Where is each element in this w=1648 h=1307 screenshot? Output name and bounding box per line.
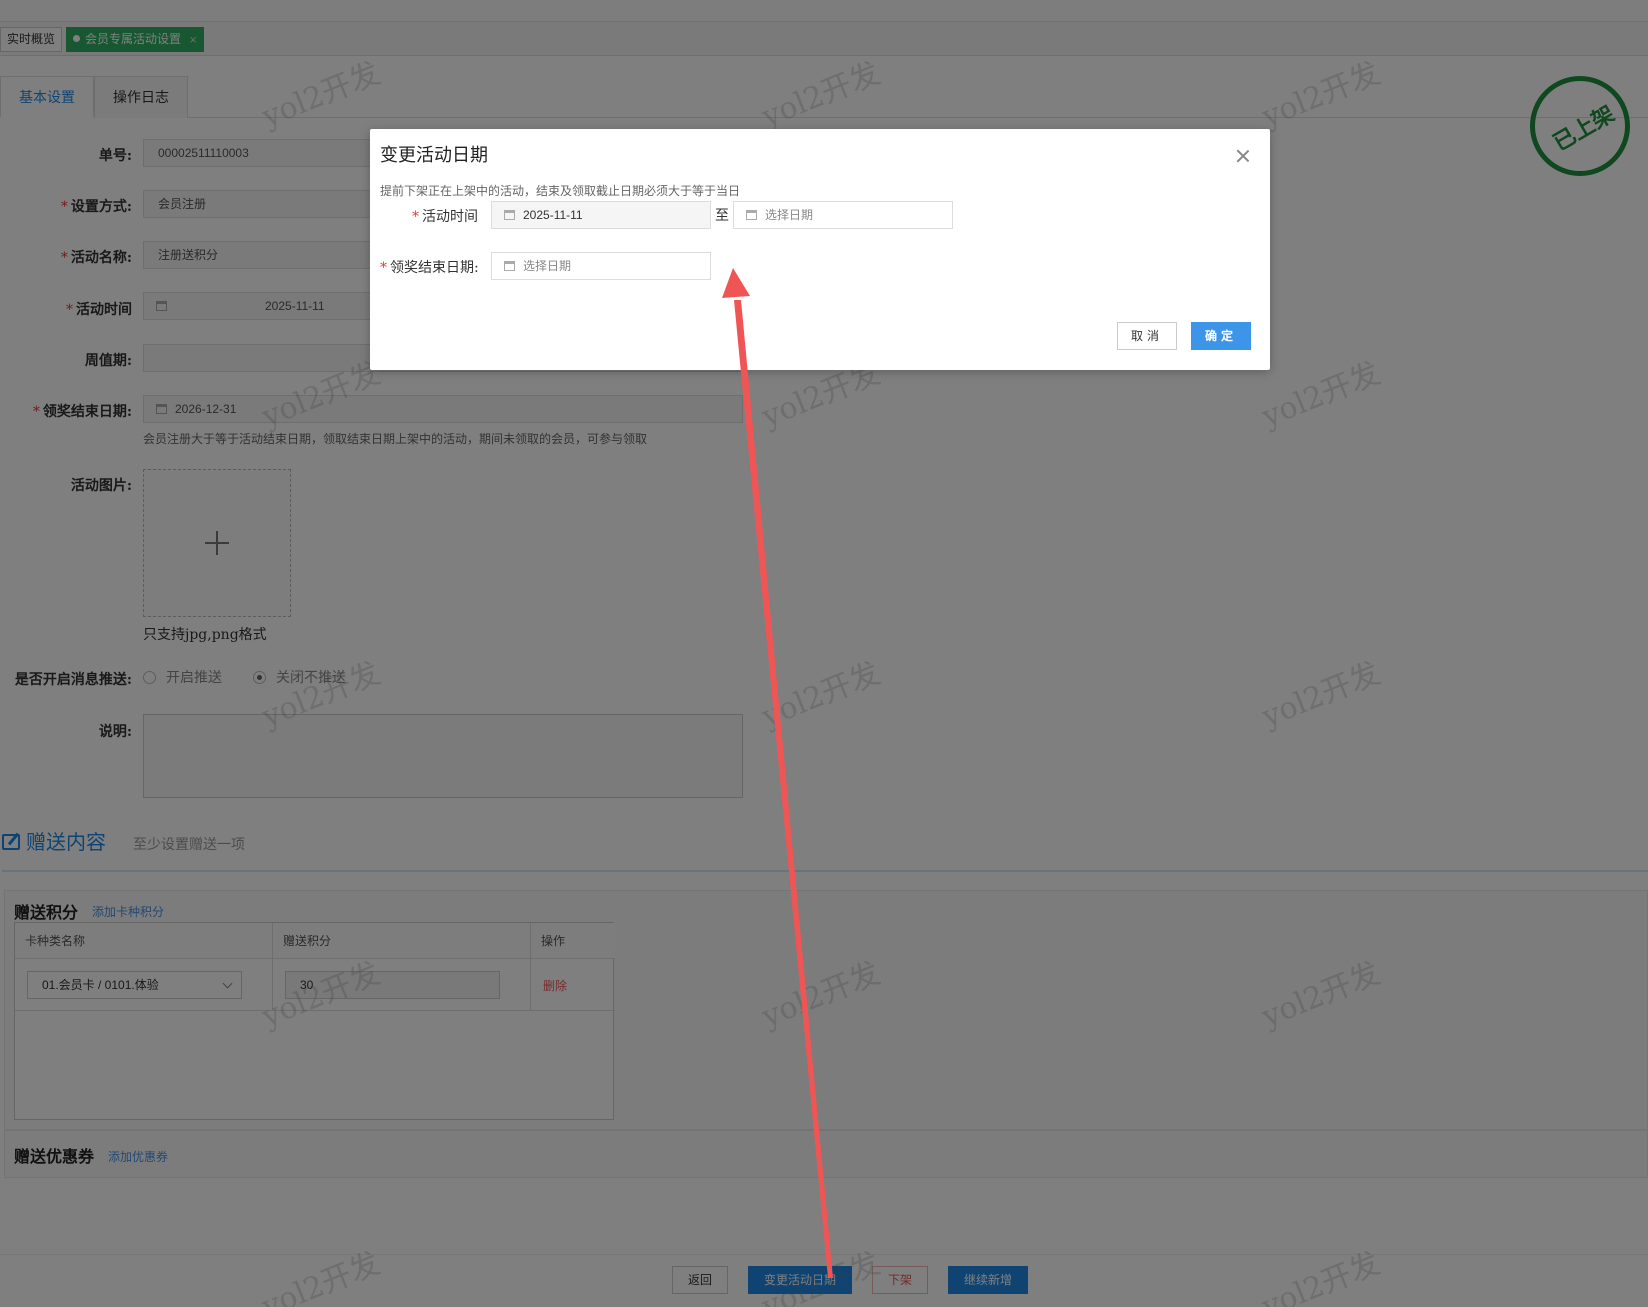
prize-end-date-label: *领奖结束日期: [380,260,479,276]
activity-time-label: *活动时间 [412,209,478,225]
close-icon[interactable] [1236,149,1250,163]
dialog-title: 变更活动日期 [380,145,488,166]
calendar-icon [746,210,757,220]
cancel-button[interactable]: 取消 [1117,322,1177,350]
calendar-icon [504,261,515,271]
range-separator: 至 [715,208,729,224]
dialog-note: 提前下架正在上架中的活动，结束及领取截止日期必须大于等于当日 [380,184,741,198]
prize-end-date-picker[interactable]: 选择日期 [491,252,711,280]
change-date-dialog: 变更活动日期 提前下架正在上架中的活动，结束及领取截止日期必须大于等于当日 * 活… [370,129,1270,370]
start-date-field: 2025-11-11 [491,201,711,229]
confirm-button[interactable]: 确定 [1191,322,1251,350]
calendar-icon [504,210,515,220]
end-date-picker[interactable]: 选择日期 [733,201,953,229]
